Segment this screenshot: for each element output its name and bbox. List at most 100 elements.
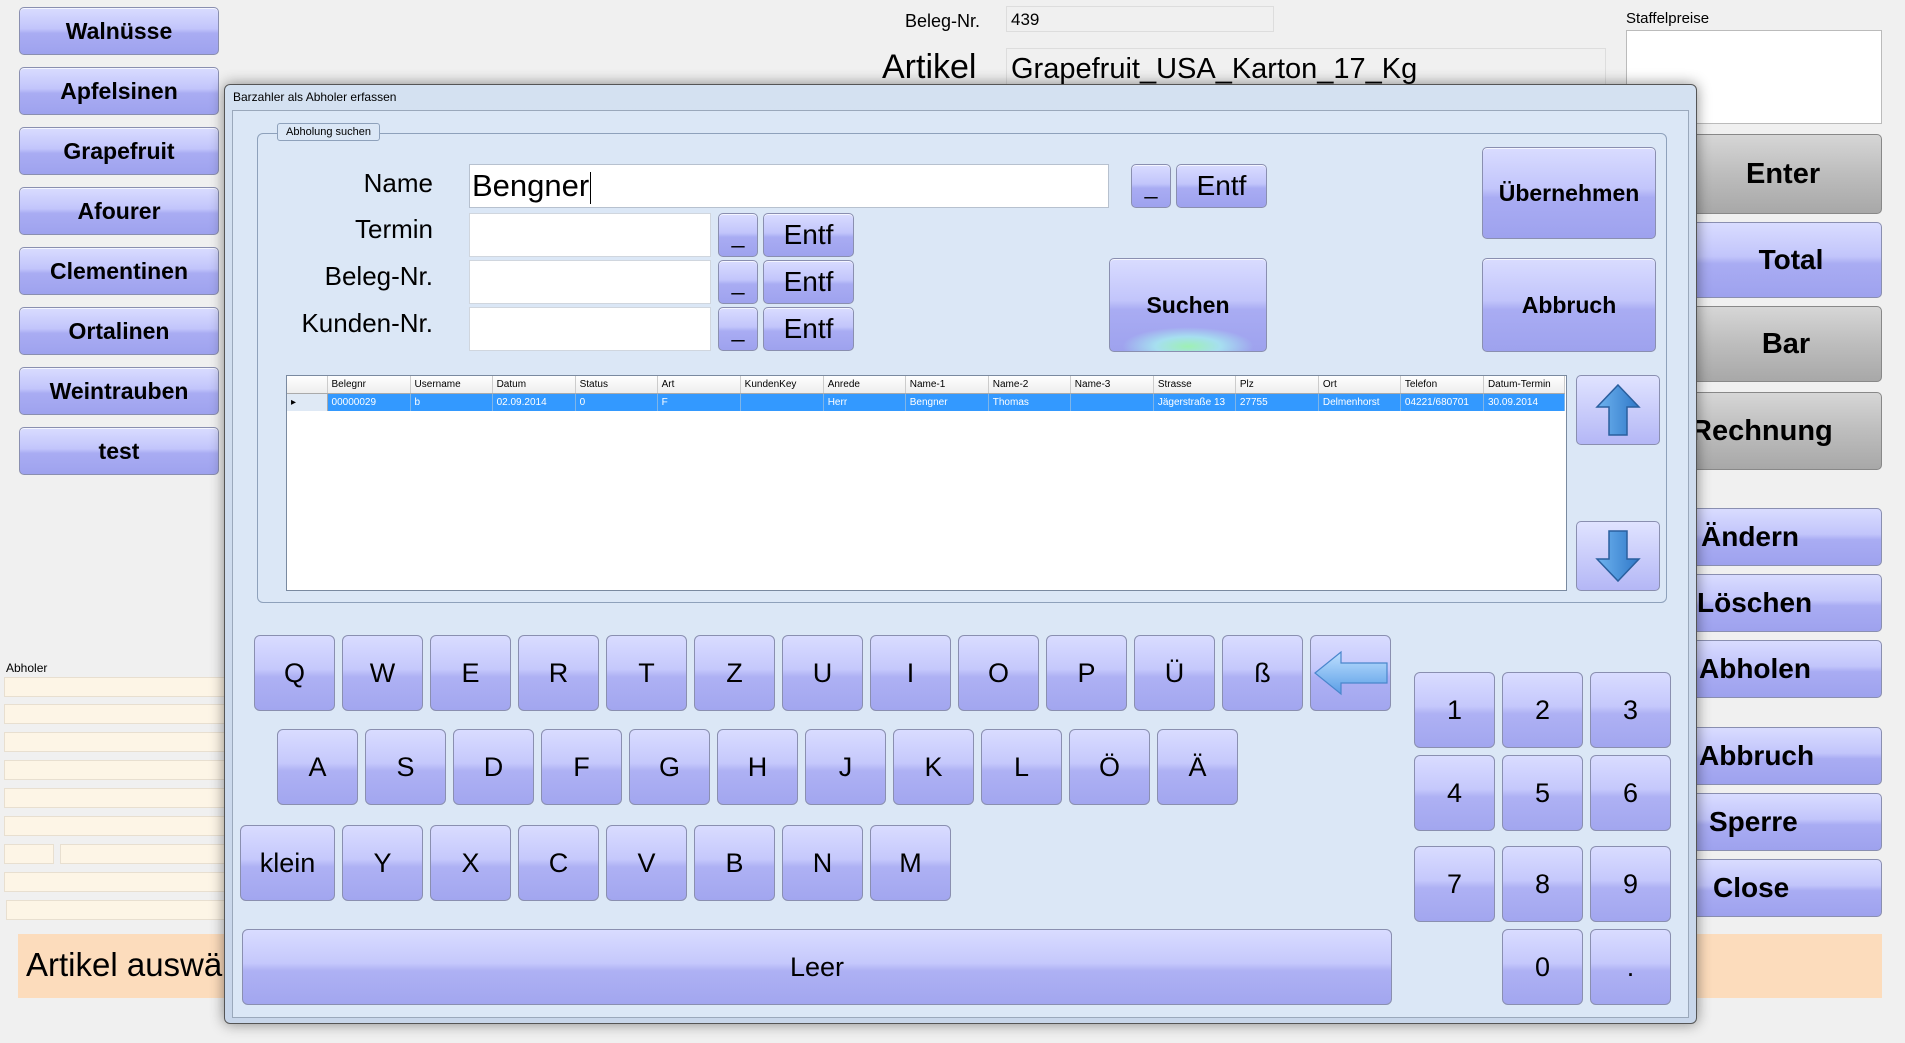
article-button-test[interactable]: test — [19, 427, 219, 475]
key-i[interactable]: I — [870, 635, 951, 711]
background-abbruch-button[interactable]: Abbruch — [1690, 727, 1882, 785]
bar-button[interactable]: Bar — [1690, 306, 1882, 382]
grid-column-header[interactable]: Anrede — [823, 376, 906, 394]
kunden-entf-button[interactable]: Entf — [763, 307, 854, 351]
grid-column-header[interactable]: Username — [410, 376, 493, 394]
grid-column-header[interactable]: Datum-Termin — [1483, 376, 1566, 394]
grid-column-header[interactable]: Status — [575, 376, 658, 394]
key-j[interactable]: J — [805, 729, 886, 805]
grid-column-header[interactable]: Art — [657, 376, 741, 394]
key-m[interactable]: M — [870, 825, 951, 901]
numpad-key-4[interactable]: 4 — [1414, 755, 1495, 831]
key-t[interactable]: T — [606, 635, 687, 711]
key-ae[interactable]: Ä — [1157, 729, 1238, 805]
numpad-key-9[interactable]: 9 — [1590, 846, 1671, 922]
grid-column-header[interactable]: Strasse — [1153, 376, 1236, 394]
suchen-button[interactable]: Suchen — [1109, 258, 1267, 352]
scroll-down-button[interactable] — [1576, 521, 1660, 591]
key-sz[interactable]: ß — [1222, 635, 1303, 711]
termin-input[interactable] — [469, 213, 711, 257]
key-p[interactable]: P — [1046, 635, 1127, 711]
uebernehmen-button[interactable]: Übernehmen — [1482, 147, 1656, 239]
key-f[interactable]: F — [541, 729, 622, 805]
article-button-apfelsinen[interactable]: Apfelsinen — [19, 67, 219, 115]
numpad-key-dot[interactable]: . — [1590, 929, 1671, 1005]
kunden-nr-input[interactable] — [469, 307, 711, 351]
abholer-field[interactable] — [6, 900, 226, 920]
klein-key[interactable]: klein — [240, 825, 335, 901]
abbruch-button[interactable]: Abbruch — [1482, 258, 1656, 352]
article-button-clementinen[interactable]: Clementinen — [19, 247, 219, 295]
key-e[interactable]: E — [430, 635, 511, 711]
key-r[interactable]: R — [518, 635, 599, 711]
key-g[interactable]: G — [629, 729, 710, 805]
backspace-key[interactable] — [1310, 635, 1391, 711]
grid-column-header[interactable]: Name-1 — [905, 376, 989, 394]
termin-underscore-button[interactable]: _ — [718, 213, 758, 257]
kunden-underscore-button[interactable]: _ — [718, 307, 758, 351]
abholer-field[interactable] — [4, 844, 54, 864]
abholer-field[interactable] — [4, 816, 226, 836]
key-d[interactable]: D — [453, 729, 534, 805]
numpad-key-6[interactable]: 6 — [1590, 755, 1671, 831]
key-s[interactable]: S — [365, 729, 446, 805]
scroll-up-button[interactable] — [1576, 375, 1660, 445]
key-k[interactable]: K — [893, 729, 974, 805]
key-c[interactable]: C — [518, 825, 599, 901]
grid-column-header[interactable]: Name-2 — [988, 376, 1071, 394]
rechnung-button[interactable]: Rechnung — [1690, 392, 1882, 470]
key-u[interactable]: U — [782, 635, 863, 711]
key-w[interactable]: W — [342, 635, 423, 711]
grid-column-header[interactable]: Name-3 — [1070, 376, 1154, 394]
numpad-key-2[interactable]: 2 — [1502, 672, 1583, 748]
key-z[interactable]: Z — [694, 635, 775, 711]
name-entf-button[interactable]: Entf — [1176, 164, 1267, 208]
enter-button[interactable]: Enter — [1690, 134, 1882, 214]
total-button[interactable]: Total — [1690, 222, 1882, 298]
key-a[interactable]: A — [277, 729, 358, 805]
leer-space-key[interactable]: Leer — [242, 929, 1392, 1005]
beleg-entf-button[interactable]: Entf — [763, 260, 854, 304]
article-button-weintrauben[interactable]: Weintrauben — [19, 367, 219, 415]
abholer-field[interactable] — [4, 677, 226, 697]
abholer-field[interactable] — [4, 788, 226, 808]
key-ue[interactable]: Ü — [1134, 635, 1215, 711]
grid-column-header[interactable]: Ort — [1318, 376, 1401, 394]
beleg-underscore-button[interactable]: _ — [718, 260, 758, 304]
name-input[interactable]: Bengner — [469, 164, 1109, 208]
abholer-field[interactable] — [4, 760, 226, 780]
termin-entf-button[interactable]: Entf — [763, 213, 854, 257]
grid-column-header[interactable]: Datum — [492, 376, 576, 394]
numpad-key-1[interactable]: 1 — [1414, 672, 1495, 748]
grid-column-header[interactable]: Telefon — [1400, 376, 1484, 394]
key-b[interactable]: B — [694, 825, 775, 901]
key-x[interactable]: X — [430, 825, 511, 901]
name-underscore-button[interactable]: _ — [1131, 164, 1171, 208]
abholer-field[interactable] — [4, 704, 226, 724]
numpad-key-0[interactable]: 0 — [1502, 929, 1583, 1005]
key-q[interactable]: Q — [254, 635, 335, 711]
beleg-nr-input[interactable] — [469, 260, 711, 304]
results-grid[interactable]: Belegnr Username Datum Status Art Kunden… — [286, 375, 1567, 591]
grid-column-header[interactable]: KundenKey — [740, 376, 824, 394]
loeschen-button[interactable]: Löschen — [1690, 574, 1882, 632]
abholer-field[interactable] — [4, 732, 226, 752]
key-oe[interactable]: Ö — [1069, 729, 1150, 805]
key-l[interactable]: L — [981, 729, 1062, 805]
numpad-key-3[interactable]: 3 — [1590, 672, 1671, 748]
numpad-key-5[interactable]: 5 — [1502, 755, 1583, 831]
abholen-button[interactable]: Abholen — [1690, 640, 1882, 698]
numpad-key-8[interactable]: 8 — [1502, 846, 1583, 922]
article-button-walnuesse[interactable]: Walnüsse — [19, 7, 219, 55]
numpad-key-7[interactable]: 7 — [1414, 846, 1495, 922]
close-button[interactable]: Close — [1690, 859, 1882, 917]
key-v[interactable]: V — [606, 825, 687, 901]
abholer-field[interactable] — [60, 844, 226, 864]
table-row[interactable]: ▸ 00000029 b 02.09.2014 0 F Herr Bengner… — [287, 393, 1566, 411]
sperre-button[interactable]: Sperre — [1690, 793, 1882, 851]
key-o[interactable]: O — [958, 635, 1039, 711]
grid-column-header[interactable]: Plz — [1235, 376, 1319, 394]
aendern-button[interactable]: Ändern — [1690, 508, 1882, 566]
abholer-field[interactable] — [4, 872, 226, 892]
key-n[interactable]: N — [782, 825, 863, 901]
